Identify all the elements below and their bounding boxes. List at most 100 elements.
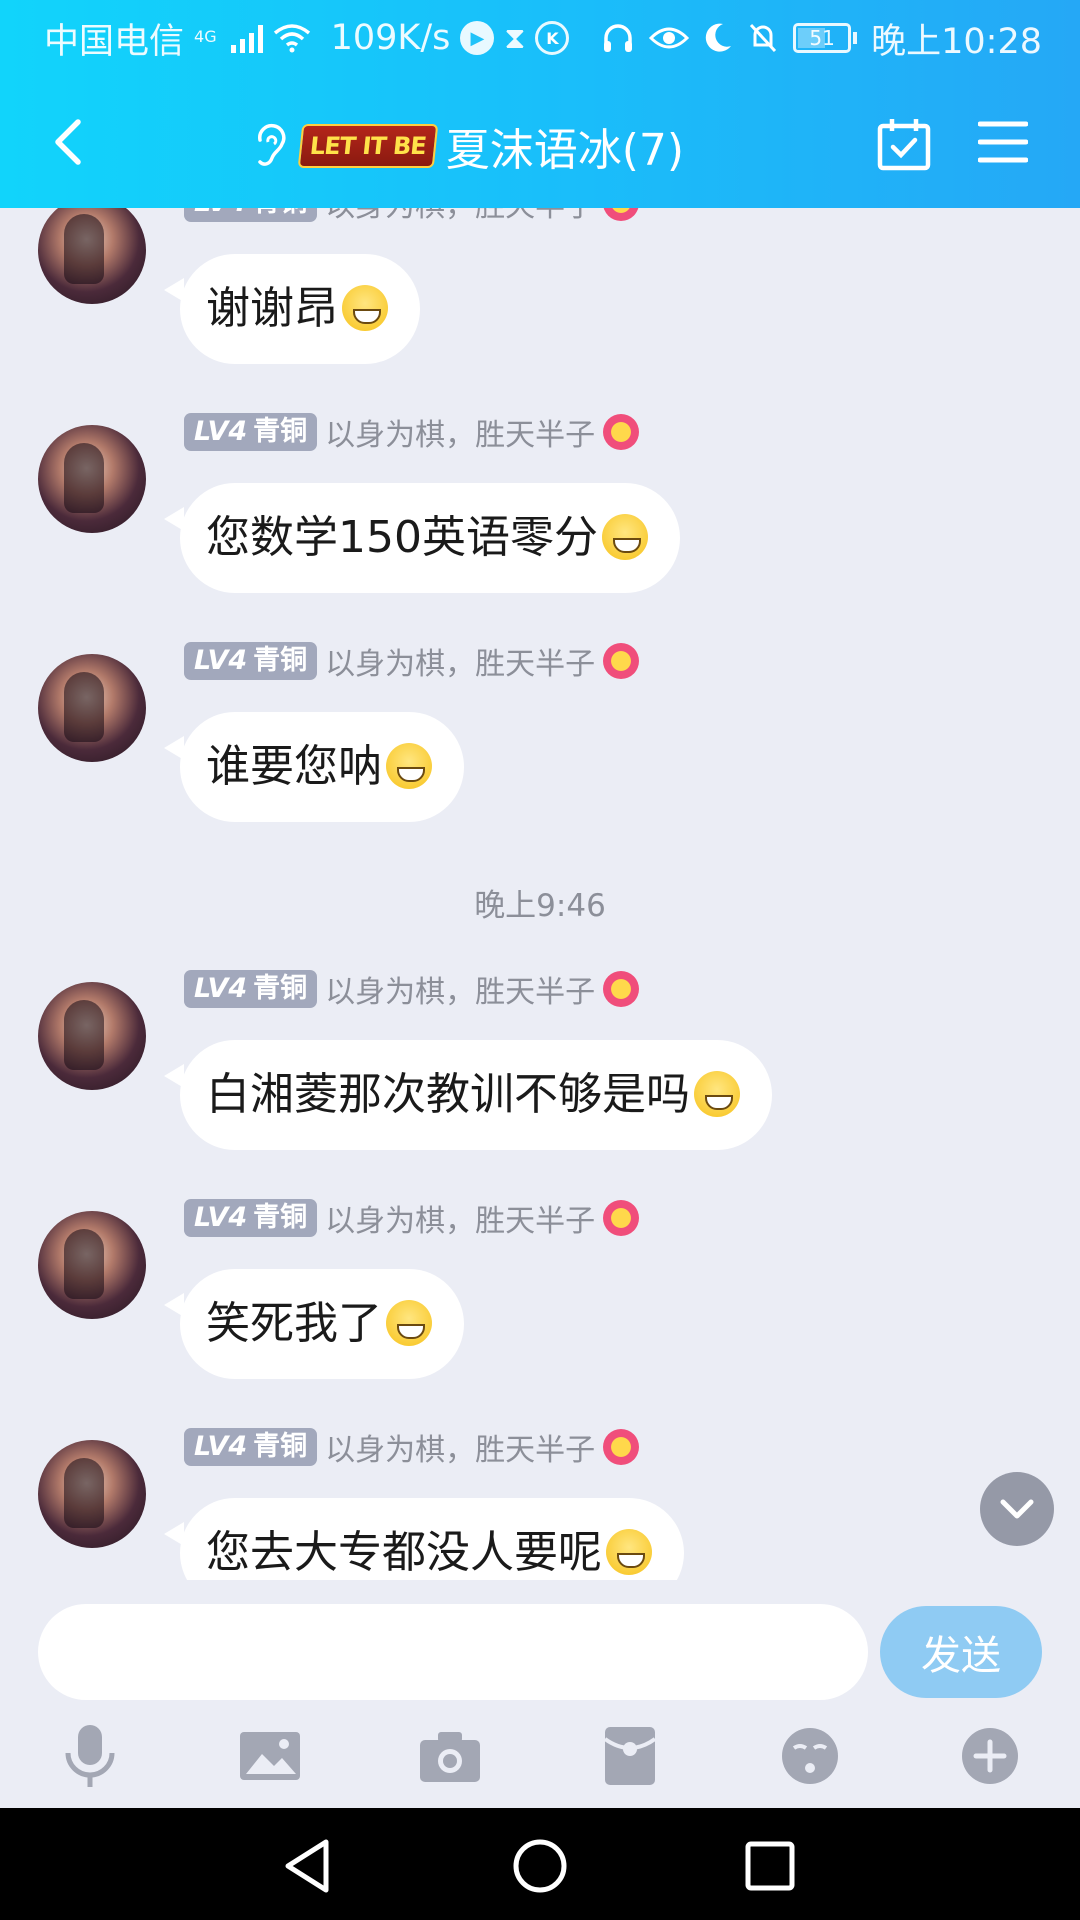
message-bubble[interactable]: 谁要您呐 <box>164 712 464 822</box>
calendar-check-icon[interactable] <box>876 116 932 172</box>
sender-name[interactable]: 以身为棋，胜天半子 <box>325 410 595 454</box>
scroll-to-bottom-button[interactable] <box>980 1472 1054 1546</box>
menu-icon[interactable] <box>978 118 1028 166</box>
grin-emoji-icon <box>342 285 388 331</box>
play-icon: ▶ <box>460 21 495 55</box>
level-badge: LV4青铜 <box>184 413 318 451</box>
chat-title: 夏沫语冰(7) <box>445 125 685 176</box>
composer: 发送 <box>0 1580 1080 1808</box>
grin-emoji-icon <box>386 743 432 789</box>
send-button[interactable]: 发送 <box>880 1606 1042 1698</box>
top-bar: 中国电信 4G 109K/s ▶ ⧗ K 51 晚上10:28 LET IT B… <box>0 0 1080 208</box>
level-name: 青铜 <box>253 973 308 1004</box>
grin-emoji-icon <box>601 514 648 560</box>
level-name: 青铜 <box>253 416 308 447</box>
flower-icon <box>603 971 640 1007</box>
avatar[interactable] <box>38 982 146 1090</box>
sender-name[interactable]: 以身为棋，胜天半子 <box>325 639 595 683</box>
headset-icon <box>604 24 633 52</box>
flower-icon <box>603 208 640 221</box>
network-speed: 109K/s <box>330 18 451 58</box>
clock: 晚上10:28 <box>871 21 1042 62</box>
avatar[interactable] <box>38 1440 146 1548</box>
camera-icon[interactable] <box>414 1720 486 1792</box>
level-prefix: LV4 <box>194 416 248 447</box>
level-prefix: LV4 <box>194 1202 248 1233</box>
grin-emoji-icon <box>386 1300 432 1346</box>
sender-meta: LV4 青铜 以身为棋，胜天半子 <box>184 208 640 225</box>
battery-icon: 51 <box>793 23 858 53</box>
message-text: 白湘菱那次教训不够是吗 <box>206 1069 690 1120</box>
image-icon[interactable] <box>234 1720 306 1792</box>
moon-icon <box>705 23 732 52</box>
avatar[interactable] <box>38 1211 146 1319</box>
hourglass-icon: ⧗ <box>504 20 526 56</box>
level-prefix: LV4 <box>194 645 248 676</box>
eye-icon <box>649 27 690 49</box>
level-prefix: LV4 <box>194 1431 248 1462</box>
mute-bell-icon <box>750 23 777 53</box>
back-icon[interactable] <box>40 112 100 172</box>
emoji-icon[interactable] <box>774 1720 846 1792</box>
flower-icon <box>603 1429 640 1465</box>
sender-name[interactable]: 以身为棋，胜天半子 <box>325 1196 595 1240</box>
level-badge: LV4青铜 <box>184 1199 318 1237</box>
battery-level: 51 <box>809 26 835 50</box>
plus-icon[interactable] <box>954 1720 1026 1792</box>
level-name: 青铜 <box>253 1431 308 1462</box>
grin-emoji-icon <box>694 1071 740 1117</box>
level-badge: LV4 青铜 <box>184 208 318 222</box>
sender-meta: LV4青铜 以身为棋，胜天半子 <box>184 967 640 1011</box>
flower-icon <box>603 643 640 679</box>
level-name: 青铜 <box>253 645 308 676</box>
status-bar: 中国电信 4G 109K/s ▶ ⧗ K 51 晚上10:28 <box>0 0 1080 76</box>
wifi-icon <box>273 24 310 53</box>
back-triangle-icon[interactable] <box>278 1836 338 1896</box>
avatar[interactable] <box>38 208 146 304</box>
sender-meta: LV4青铜 以身为棋，胜天半子 <box>184 639 640 683</box>
flower-icon <box>603 414 640 450</box>
carrier-label: 中国电信 <box>44 21 185 62</box>
message-list[interactable]: LV4青铜 以身为棋，胜天半子 谢谢昂 LV4青铜 以身为棋，胜天半子 您数学1… <box>0 208 1080 1580</box>
sender-name[interactable]: 以身为棋，胜天半子 <box>325 967 595 1011</box>
level-badge: LV4青铜 <box>184 970 318 1008</box>
level-prefix: LV4 <box>194 973 248 1004</box>
title-badge: LET IT BE <box>297 124 439 168</box>
sender-meta: LV4青铜 以身为棋，胜天半子 <box>184 410 640 454</box>
message-bubble[interactable]: 笑死我了 <box>164 1269 464 1379</box>
sender-name[interactable]: 以身为棋，胜天半子 <box>325 208 595 225</box>
level-badge: LV4青铜 <box>184 642 318 680</box>
title-bar: LET IT BE 夏沫语冰(7) <box>0 76 1080 208</box>
k-app-icon: K <box>535 21 570 55</box>
message-text: 您去大专都没人要呢 <box>206 1527 602 1578</box>
recents-square-icon[interactable] <box>740 1836 800 1896</box>
sender-name[interactable]: 以身为棋，胜天半子 <box>325 1425 595 1469</box>
message-text: 谢谢昂 <box>206 283 338 334</box>
signal-icon <box>230 23 263 53</box>
level-badge: LV4青铜 <box>184 1428 318 1466</box>
avatar[interactable] <box>38 654 146 762</box>
microphone-icon[interactable] <box>54 1720 126 1792</box>
message-bubble[interactable]: 您数学150英语零分 <box>164 483 680 593</box>
sender-meta: LV4青铜 以身为棋，胜天半子 <box>184 1425 640 1469</box>
system-nav-bar <box>0 1808 1080 1920</box>
message-bubble[interactable]: 您去大专都没人要呢 <box>164 1498 684 1580</box>
red-packet-icon[interactable] <box>594 1720 666 1792</box>
time-separator: 晚上9:46 <box>474 888 606 924</box>
message-bubble[interactable]: 谢谢昂 <box>164 254 420 364</box>
home-circle-icon[interactable] <box>510 1836 570 1896</box>
grin-emoji-icon <box>606 1529 652 1575</box>
message-input[interactable] <box>38 1604 868 1700</box>
level-name: 青铜 <box>253 208 307 218</box>
chevron-down-icon <box>1000 1499 1034 1519</box>
level-prefix: LV4 <box>194 208 247 218</box>
message-bubble[interactable]: 白湘菱那次教训不够是吗 <box>164 1040 772 1150</box>
message-text: 谁要您呐 <box>206 741 382 792</box>
level-name: 青铜 <box>253 1202 308 1233</box>
ear-icon <box>258 123 286 166</box>
input-toolbar <box>0 1720 1080 1800</box>
network-type: 4G <box>194 26 217 46</box>
avatar[interactable] <box>38 425 146 533</box>
flower-icon <box>603 1200 640 1236</box>
chat-title-group[interactable]: LET IT BE 夏沫语冰(7) <box>250 114 684 178</box>
